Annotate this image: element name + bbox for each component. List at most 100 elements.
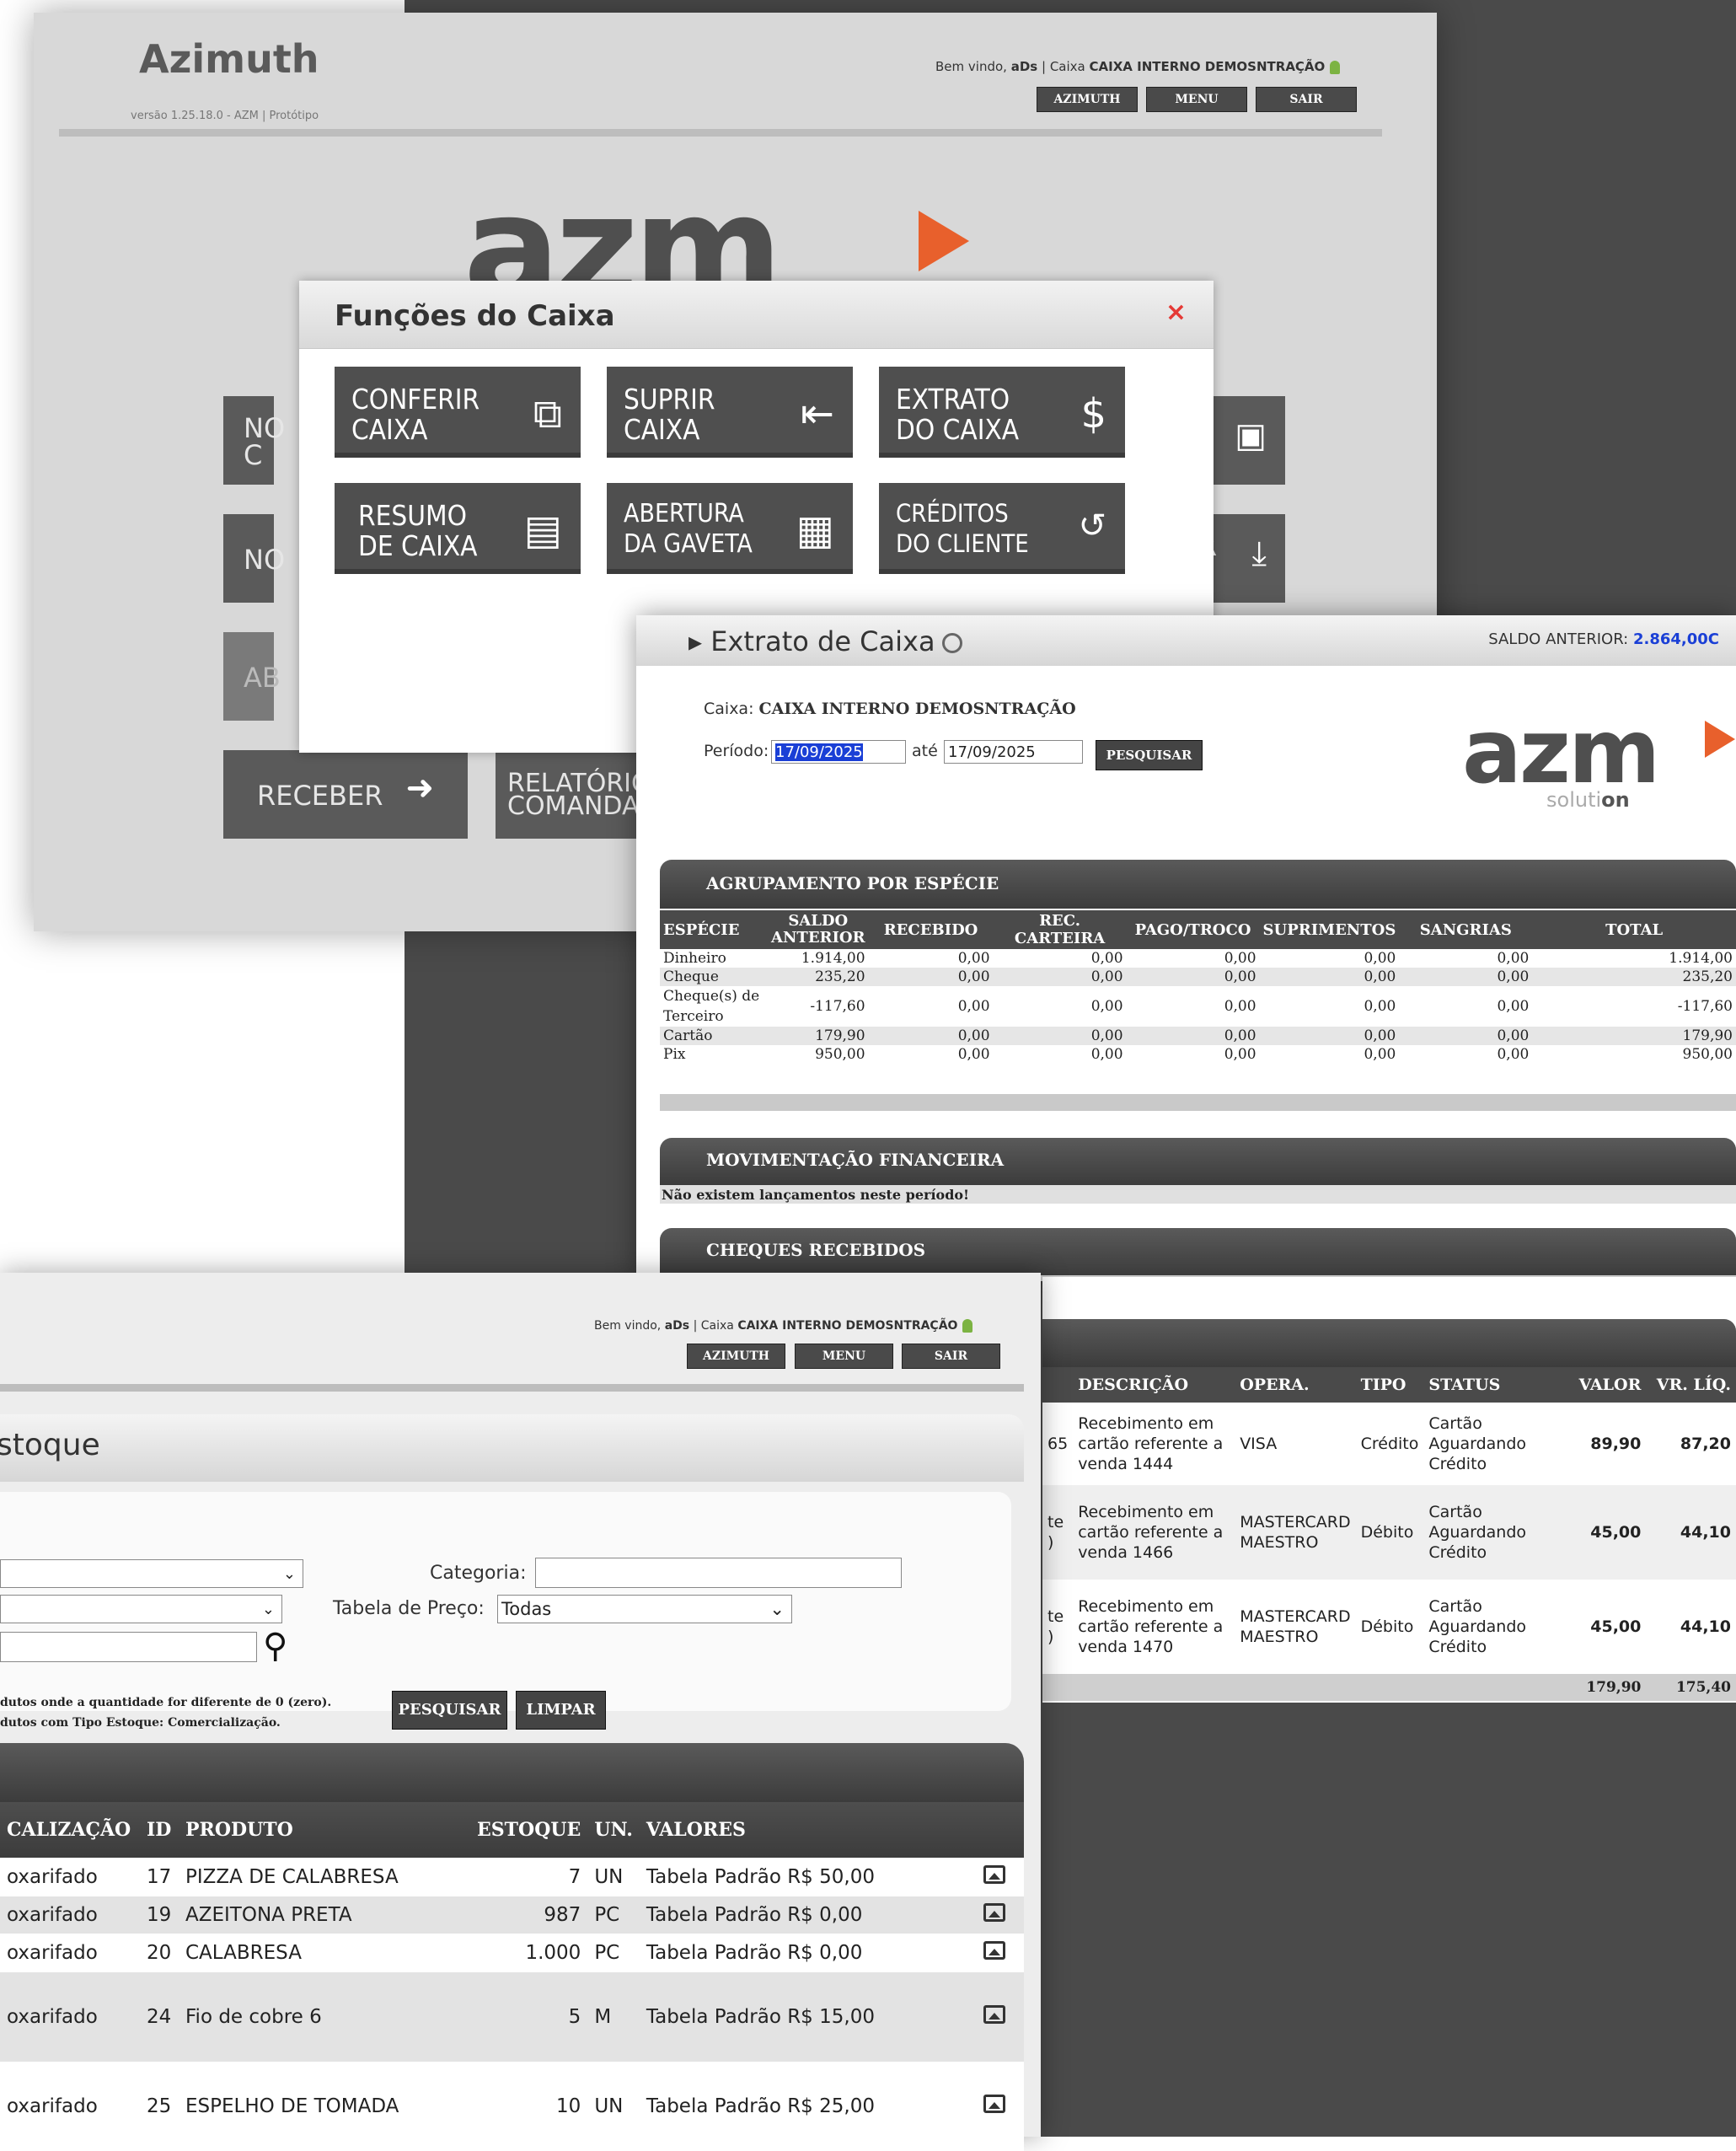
column-header: STATUS bbox=[1423, 1367, 1561, 1403]
filter-note: dutos com Tipo Estoque: Comercialização. bbox=[0, 1716, 281, 1730]
creditos-do-cliente-button[interactable]: CRÉDITOS DO CLIENTE ↺ bbox=[879, 483, 1125, 574]
background-tile[interactable]: NO C bbox=[223, 396, 285, 485]
close-icon[interactable]: × bbox=[1165, 298, 1187, 327]
version-text: versão 1.25.18.0 - AZM | Protótipo bbox=[131, 110, 319, 122]
filter-select[interactable]: ⌄ bbox=[0, 1559, 303, 1588]
menu-nav-button[interactable]: MENU bbox=[795, 1344, 893, 1369]
column-header: UN. bbox=[587, 1802, 640, 1858]
login-icon: ⇤ bbox=[800, 390, 834, 437]
abertura-da-gaveta-button[interactable]: ABERTURA DA GAVETA ▦ bbox=[607, 483, 853, 574]
sair-nav-button[interactable]: SAIR bbox=[902, 1344, 1000, 1369]
table-row: Cartão 179,90 0,00 0,00 0,00 0,00 0,00 179,90 bbox=[660, 1027, 1736, 1045]
relatorio-comanda-button[interactable]: RELATÓRIO COMANDA bbox=[496, 750, 651, 839]
column-header: OPERA. bbox=[1235, 1367, 1356, 1403]
column-header: DESCRIÇÃO bbox=[1073, 1367, 1235, 1403]
user-icon bbox=[1330, 60, 1341, 74]
oven-icon: ▣ bbox=[1235, 416, 1267, 455]
image-icon[interactable] bbox=[983, 1903, 1005, 1922]
image-icon[interactable] bbox=[983, 1941, 1005, 1960]
azimuth-logo: Azimuth bbox=[139, 36, 319, 82]
background-tile[interactable]: NO bbox=[223, 514, 285, 603]
solution-text: solution bbox=[1546, 788, 1630, 812]
periodo-label: Período: bbox=[704, 742, 769, 760]
column-header: TIPO bbox=[1355, 1367, 1424, 1403]
column-header: TOTAL bbox=[1532, 910, 1736, 949]
azm-arrow-icon bbox=[919, 211, 969, 271]
estoque-table: CALIZAÇÃO ID PRODUTO ESTOQUE UN. VALORES… bbox=[0, 1802, 1024, 2151]
table-header-row: CALIZAÇÃO ID PRODUTO ESTOQUE UN. VALORES bbox=[0, 1802, 1024, 1858]
cartoes-table: DESCRIÇÃO OPERA. TIPO STATUS VALOR VR. L… bbox=[1042, 1367, 1736, 1701]
table-row[interactable]: oxarifado 19 AZEITONA PRETA 987 PC Tabela Pad… bbox=[0, 1896, 1024, 1934]
total-row: 179,90 175,40 bbox=[1042, 1674, 1736, 1701]
table-row[interactable]: oxarifado 24 Fio de cobre 6 5 M Tabela Padrão… bbox=[0, 1972, 1024, 2062]
receber-arrow-icon: ➜ bbox=[405, 769, 434, 807]
user-icon bbox=[962, 1319, 973, 1333]
movimentacao-section-header: MOVIMENTAÇÃO FINANCEIRA bbox=[660, 1138, 1736, 1185]
column-header: SANGRIAS bbox=[1399, 910, 1533, 949]
clock-icon bbox=[941, 633, 962, 653]
filter-select[interactable]: ⌄ bbox=[0, 1595, 282, 1623]
modal-title: Funções do Caixa bbox=[335, 299, 615, 333]
column-header: SALDO ANTERIOR bbox=[768, 910, 869, 949]
conferir-caixa-button[interactable]: CONFERIR CAIXA ⧉ bbox=[335, 367, 581, 458]
suprir-caixa-button[interactable]: SUPRIR CAIXA ⇤ bbox=[607, 367, 853, 458]
estoque-header: stoque bbox=[0, 1414, 1024, 1482]
receber-button[interactable]: RECEBER ➜ bbox=[223, 750, 468, 839]
image-icon[interactable] bbox=[983, 2095, 1005, 2113]
extrato-title: ▸ Extrato de Caixa bbox=[689, 625, 962, 657]
table-row: Pix 950,00 0,00 0,00 0,00 0,00 0,00 950,00 bbox=[663, 1046, 1733, 1063]
table-header-row: ESPÉCIE SALDO ANTERIOR RECEBIDO REC. CAR… bbox=[660, 910, 1736, 949]
search-icon[interactable]: ⚲ bbox=[263, 1627, 287, 1666]
column-header: VR. LÍQ. bbox=[1646, 1367, 1736, 1403]
menu-nav-button[interactable]: MENU bbox=[1146, 87, 1247, 112]
column-header: CALIZAÇÃO bbox=[0, 1802, 140, 1858]
table-row: Cheque(s) de Terceiro -117,60 0,00 0,00 0,00… bbox=[663, 988, 1733, 1025]
search-input[interactable] bbox=[0, 1632, 257, 1662]
azimuth-nav-button[interactable]: AZIMUTH bbox=[687, 1344, 785, 1369]
table-row[interactable]: oxarifado 20 CALABRESA 1.000 PC Tabela Padrão… bbox=[0, 1934, 1024, 1972]
table-row: 65 Recebimento em cartão referente a vend… bbox=[1047, 1414, 1731, 1473]
background-tile[interactable]: AB bbox=[223, 632, 281, 721]
header-divider bbox=[0, 1384, 1024, 1392]
table-row: te ) Recebimento em cartão referente a ve… bbox=[1047, 1597, 1731, 1656]
column-header: VALORES bbox=[639, 1802, 977, 1858]
column-header: PRODUTO bbox=[179, 1802, 470, 1858]
column-header: VALOR bbox=[1560, 1367, 1647, 1403]
column-header: PAGO/TROCO bbox=[1126, 910, 1260, 949]
image-icon[interactable] bbox=[983, 1865, 1005, 1884]
filter-note: dutos onde a quantidade for diferente de… bbox=[0, 1696, 332, 1709]
column-header: REC. CARTEIRA bbox=[993, 910, 1127, 949]
welcome-text: Bem vindo, aDs | Caixa CAIXA INTERNO DEM… bbox=[935, 59, 1341, 74]
limpar-button[interactable]: LIMPAR bbox=[516, 1691, 606, 1730]
table-header-row: DESCRIÇÃO OPERA. TIPO STATUS VALOR VR. L… bbox=[1042, 1367, 1736, 1403]
column-header: ID bbox=[140, 1802, 179, 1858]
download-icon: ⤓ bbox=[1251, 534, 1267, 573]
caixa-label: Caixa: CAIXA INTERNO DEMOSNTRAÇÃO bbox=[704, 700, 1076, 718]
categoria-input[interactable] bbox=[535, 1558, 902, 1588]
image-icon[interactable] bbox=[983, 2005, 1005, 2024]
resumo-de-caixa-button[interactable]: RESUMO DE CAIXA ▤ bbox=[335, 483, 581, 574]
pesquisar-button[interactable]: PESQUISAR bbox=[1096, 740, 1203, 770]
produtos-section-header bbox=[0, 1743, 1024, 1802]
pesquisar-button[interactable]: PESQUISAR bbox=[392, 1691, 507, 1730]
agrupamento-table: ESPÉCIE SALDO ANTERIOR RECEBIDO REC. CAR… bbox=[660, 910, 1736, 1064]
azm-arrow-icon bbox=[1705, 721, 1735, 758]
extrato-do-caixa-button[interactable]: EXTRATO DO CAIXA $ bbox=[879, 367, 1125, 458]
modal-header: Funções do Caixa × bbox=[299, 281, 1214, 349]
sair-nav-button[interactable]: SAIR bbox=[1256, 87, 1357, 112]
periodo-de-input[interactable]: 17/09/2025 bbox=[771, 740, 906, 764]
periodo-ate-input[interactable]: 17/09/2025 bbox=[944, 740, 1083, 764]
column-header: SUPRIMENTOS bbox=[1259, 910, 1400, 949]
azimuth-nav-button[interactable]: AZIMUTH bbox=[1037, 87, 1138, 112]
table-row[interactable]: oxarifado 25 ESPELHO DE TOMADA 10 UN Tabela P… bbox=[0, 2062, 1024, 2151]
table-row: te ) Recebimento em cartão referente a ve… bbox=[1042, 1485, 1736, 1580]
header-divider bbox=[59, 129, 1382, 137]
table-row[interactable]: oxarifado 17 PIZZA DE CALABRESA 7 UN Tabela P… bbox=[0, 1858, 1024, 1896]
cash-register-icon: ▦ bbox=[796, 507, 834, 554]
tabela-preco-select[interactable]: Todas ⌄ bbox=[497, 1595, 792, 1623]
cartoes-section-header bbox=[1042, 1319, 1736, 1367]
credit-return-icon: ↺ bbox=[1078, 507, 1106, 545]
section-footer-bar bbox=[660, 1094, 1736, 1111]
external-link-icon: ⧉ bbox=[533, 390, 562, 437]
dollar-icon: $ bbox=[1080, 390, 1106, 437]
